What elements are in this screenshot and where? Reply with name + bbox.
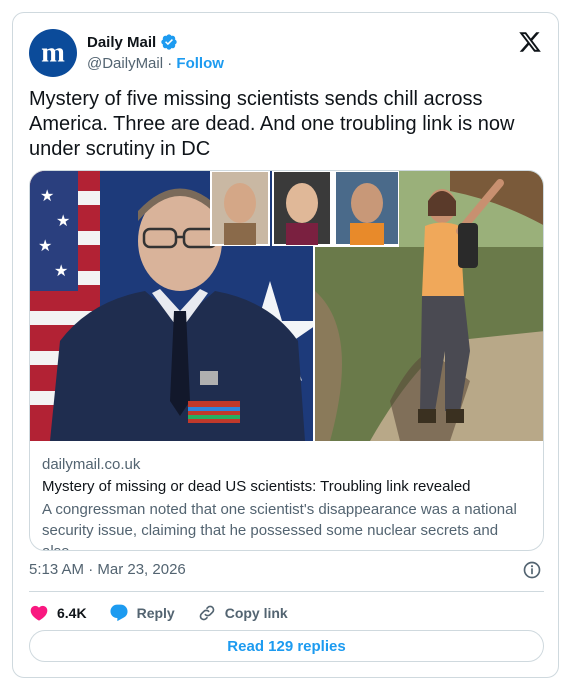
tweet-timestamp[interactable]: 5:13 AM · Mar 23, 2026 [29, 561, 186, 578]
tweet-actions: 6.4K Reply Copy link [29, 601, 310, 625]
tweet-text: Mystery of five missing scientists sends… [29, 88, 515, 160]
read-replies-button[interactable]: Read 129 replies [29, 630, 544, 662]
link-domain: dailymail.co.uk [42, 456, 141, 473]
x-logo-icon[interactable] [518, 30, 542, 54]
svg-text:★: ★ [54, 263, 68, 280]
link-preview-card[interactable]: ★ ★ ★ ★ dailymail.co.uk Mystery of missi… [29, 170, 544, 551]
link-description: A congressman noted that one scientist's… [42, 501, 517, 550]
verified-badge-icon [161, 34, 177, 50]
separator: · [163, 55, 177, 72]
reply-label: Reply [136, 605, 175, 621]
svg-text:★: ★ [40, 188, 54, 205]
info-icon[interactable] [522, 560, 542, 580]
svg-text:★: ★ [56, 213, 70, 230]
follow-button[interactable]: Follow [176, 55, 224, 72]
divider [29, 591, 544, 592]
avatar[interactable]: m [29, 29, 77, 77]
copy-link-label: Copy link [224, 605, 288, 621]
svg-text:m: m [41, 38, 65, 69]
heart-icon [30, 605, 48, 621]
link-icon [199, 605, 215, 621]
embedded-tweet-card: m Daily Mail @DailyMail · Follow Mystery… [12, 12, 559, 678]
like-button[interactable]: 6.4K [29, 603, 87, 623]
daily-mail-logo-icon: m [41, 38, 65, 69]
svg-text:★: ★ [38, 238, 52, 255]
author-name-row: Daily Mail [87, 33, 178, 51]
author-display-name[interactable]: Daily Mail [87, 34, 156, 51]
copy-link-button[interactable]: Copy link [197, 603, 288, 623]
reply-bubble-icon [110, 604, 128, 622]
link-preview-image[interactable]: ★ ★ ★ ★ [30, 171, 544, 441]
author-handle[interactable]: @DailyMail [87, 55, 163, 72]
like-count: 6.4K [57, 605, 87, 621]
reply-button[interactable]: Reply [109, 603, 175, 623]
link-title[interactable]: Mystery of missing or dead US scientists… [42, 478, 471, 495]
author-handle-row: @DailyMail · Follow [87, 55, 224, 72]
